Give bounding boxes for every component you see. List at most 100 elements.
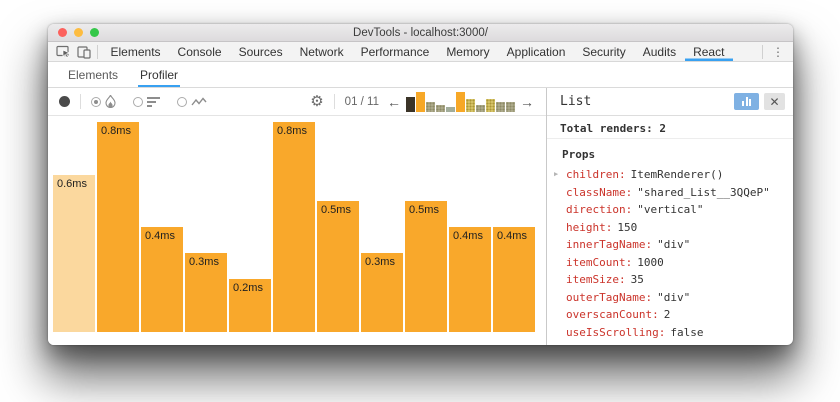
prop-value: false bbox=[670, 326, 703, 339]
prop-key: width: bbox=[566, 343, 606, 345]
prop-key: outerTagName: bbox=[566, 291, 652, 304]
minichart-bar-10[interactable] bbox=[496, 102, 505, 112]
total-renders-label: Total renders: bbox=[560, 122, 659, 135]
react-subtab-profiler[interactable]: Profiler bbox=[138, 62, 180, 87]
prop-value: 2 bbox=[664, 308, 671, 321]
devtools-tab-application[interactable]: Application bbox=[498, 42, 574, 61]
toolbar-divider bbox=[80, 94, 81, 109]
total-renders-value: 2 bbox=[659, 122, 666, 135]
prop-value: 150 bbox=[617, 221, 637, 234]
component-name: List bbox=[560, 94, 734, 109]
prop-value: "div" bbox=[657, 291, 690, 304]
prop-row-innerTagName: innerTagName:"div" bbox=[547, 238, 793, 256]
more-options-icon[interactable]: ⋮ bbox=[763, 42, 793, 61]
prop-value: ItemRenderer() bbox=[631, 168, 724, 181]
prop-key: overscanCount: bbox=[566, 308, 659, 321]
react-subtabbar: Elements Profiler bbox=[48, 62, 793, 88]
inspect-element-icon[interactable] bbox=[56, 45, 71, 59]
commit-bar-1[interactable]: 0.6ms bbox=[53, 175, 95, 332]
close-window-button[interactable] bbox=[58, 28, 67, 37]
render-chart-button[interactable] bbox=[734, 93, 759, 110]
commit-bar-chart: 0.6ms0.8ms0.4ms0.3ms0.2ms0.8ms0.5ms0.3ms… bbox=[48, 116, 546, 345]
snapshot-minichart bbox=[406, 91, 515, 112]
devtools-tab-console[interactable]: Console bbox=[169, 42, 230, 61]
prop-row-width: width:300 bbox=[547, 343, 793, 345]
prop-key: itemSize: bbox=[566, 273, 626, 286]
commit-bar-3[interactable]: 0.4ms bbox=[141, 227, 183, 332]
commit-bar-9[interactable]: 0.5ms bbox=[405, 201, 447, 332]
commit-bar-6[interactable]: 0.8ms bbox=[273, 122, 315, 332]
interactions-icon bbox=[191, 97, 207, 107]
minichart-bar-8[interactable] bbox=[476, 105, 485, 112]
minichart-bar-11[interactable] bbox=[506, 102, 515, 112]
commit-bar-4[interactable]: 0.3ms bbox=[185, 253, 227, 332]
close-panel-icon[interactable]: ✕ bbox=[764, 93, 785, 110]
prop-value: "div" bbox=[657, 238, 690, 251]
prop-row-direction: direction: "vertical" bbox=[547, 203, 793, 221]
expand-triangle-icon[interactable]: ▶ bbox=[554, 170, 558, 178]
prop-row-itemCount: itemCount:1000 bbox=[547, 256, 793, 274]
react-subtab-elements[interactable]: Elements bbox=[66, 62, 120, 87]
prop-key: itemCount: bbox=[566, 256, 632, 269]
minichart-bar-3[interactable] bbox=[426, 102, 435, 112]
commit-bar-label: 0.8ms bbox=[277, 125, 307, 137]
props-section: Props ▶ children: ItemRenderer() className:… bbox=[547, 139, 793, 345]
devtools-tab-security[interactable]: Security bbox=[574, 42, 634, 61]
devtools-tab-memory[interactable]: Memory bbox=[438, 42, 498, 61]
record-button[interactable] bbox=[59, 96, 70, 107]
commit-bar-2[interactable]: 0.8ms bbox=[97, 122, 139, 332]
flamegraph-view-radio[interactable] bbox=[91, 95, 116, 108]
prop-value: "shared_List__3QQeP" bbox=[637, 186, 769, 199]
interactions-view-radio[interactable] bbox=[177, 97, 207, 107]
window-title: DevTools - localhost:3000/ bbox=[48, 27, 793, 39]
commit-bar-8[interactable]: 0.3ms bbox=[361, 253, 403, 332]
minichart-bar-9[interactable] bbox=[486, 99, 495, 112]
devtools-tab-network[interactable]: Network bbox=[291, 42, 352, 61]
devtools-tab-react[interactable]: React bbox=[685, 42, 733, 61]
component-details-panel: List ✕ Total renders: 2 Props ▶ children:… bbox=[547, 88, 793, 345]
prop-key: direction: bbox=[566, 203, 632, 216]
minichart-bar-4[interactable] bbox=[436, 105, 445, 112]
maximize-window-button[interactable] bbox=[90, 28, 99, 37]
profiler-content: ⚙ 01 / 11 ← → 0.6ms0.8ms0.4ms0.3ms0.2ms0… bbox=[48, 88, 793, 345]
toolbar-divider bbox=[334, 94, 335, 109]
prop-key: children: bbox=[566, 168, 626, 181]
commit-bar-label: 0.8ms bbox=[101, 125, 131, 137]
commit-bar-11[interactable]: 0.4ms bbox=[493, 227, 535, 332]
prop-row-children: ▶ children: ItemRenderer() bbox=[547, 168, 793, 186]
minichart-bar-5[interactable] bbox=[446, 107, 455, 112]
devtools-tab-elements[interactable]: Elements bbox=[102, 42, 169, 61]
minimize-window-button[interactable] bbox=[74, 28, 83, 37]
profiler-left-pane: ⚙ 01 / 11 ← → 0.6ms0.8ms0.4ms0.3ms0.2ms0… bbox=[48, 88, 547, 345]
devtools-tab-audits[interactable]: Audits bbox=[634, 42, 684, 61]
minichart-bar-6[interactable] bbox=[456, 92, 465, 112]
minichart-bar-7[interactable] bbox=[466, 99, 475, 112]
toolbar-divider bbox=[97, 45, 98, 59]
devtools-tab-sources[interactable]: Sources bbox=[230, 42, 291, 61]
commit-bar-label: 0.5ms bbox=[321, 204, 351, 216]
prev-snapshot-arrow[interactable]: ← bbox=[385, 95, 403, 109]
devtools-window: DevTools - localhost:3000/ ElementsConso… bbox=[48, 24, 793, 345]
commit-bar-label: 0.4ms bbox=[145, 230, 175, 242]
profiler-toolbar: ⚙ 01 / 11 ← → bbox=[48, 88, 546, 116]
commit-bar-10[interactable]: 0.4ms bbox=[449, 227, 491, 332]
prop-value: "vertical" bbox=[637, 203, 703, 216]
commit-bar-7[interactable]: 0.5ms bbox=[317, 201, 359, 332]
settings-gear-icon[interactable]: ⚙ bbox=[310, 94, 323, 109]
commit-bar-label: 0.5ms bbox=[409, 204, 439, 216]
prop-row-itemSize: itemSize:35 bbox=[547, 273, 793, 291]
panel-header: List ✕ bbox=[547, 88, 793, 116]
prop-key: className: bbox=[566, 186, 632, 199]
minichart-bar-2[interactable] bbox=[416, 92, 425, 112]
ranked-view-radio[interactable] bbox=[133, 97, 160, 107]
devtools-tab-performance[interactable]: Performance bbox=[352, 42, 438, 61]
commit-bar-5[interactable]: 0.2ms bbox=[229, 279, 271, 332]
next-snapshot-arrow[interactable]: → bbox=[518, 95, 536, 109]
props-label: Props bbox=[547, 148, 793, 161]
prop-row-className: className: "shared_List__3QQeP" bbox=[547, 186, 793, 204]
device-toolbar-icon[interactable] bbox=[77, 45, 91, 59]
prop-key: height: bbox=[566, 221, 612, 234]
minichart-bar-1[interactable] bbox=[406, 97, 415, 112]
commit-bar-label: 0.4ms bbox=[453, 230, 483, 242]
props-list: ▶ children: ItemRenderer() className: "share… bbox=[547, 168, 793, 345]
